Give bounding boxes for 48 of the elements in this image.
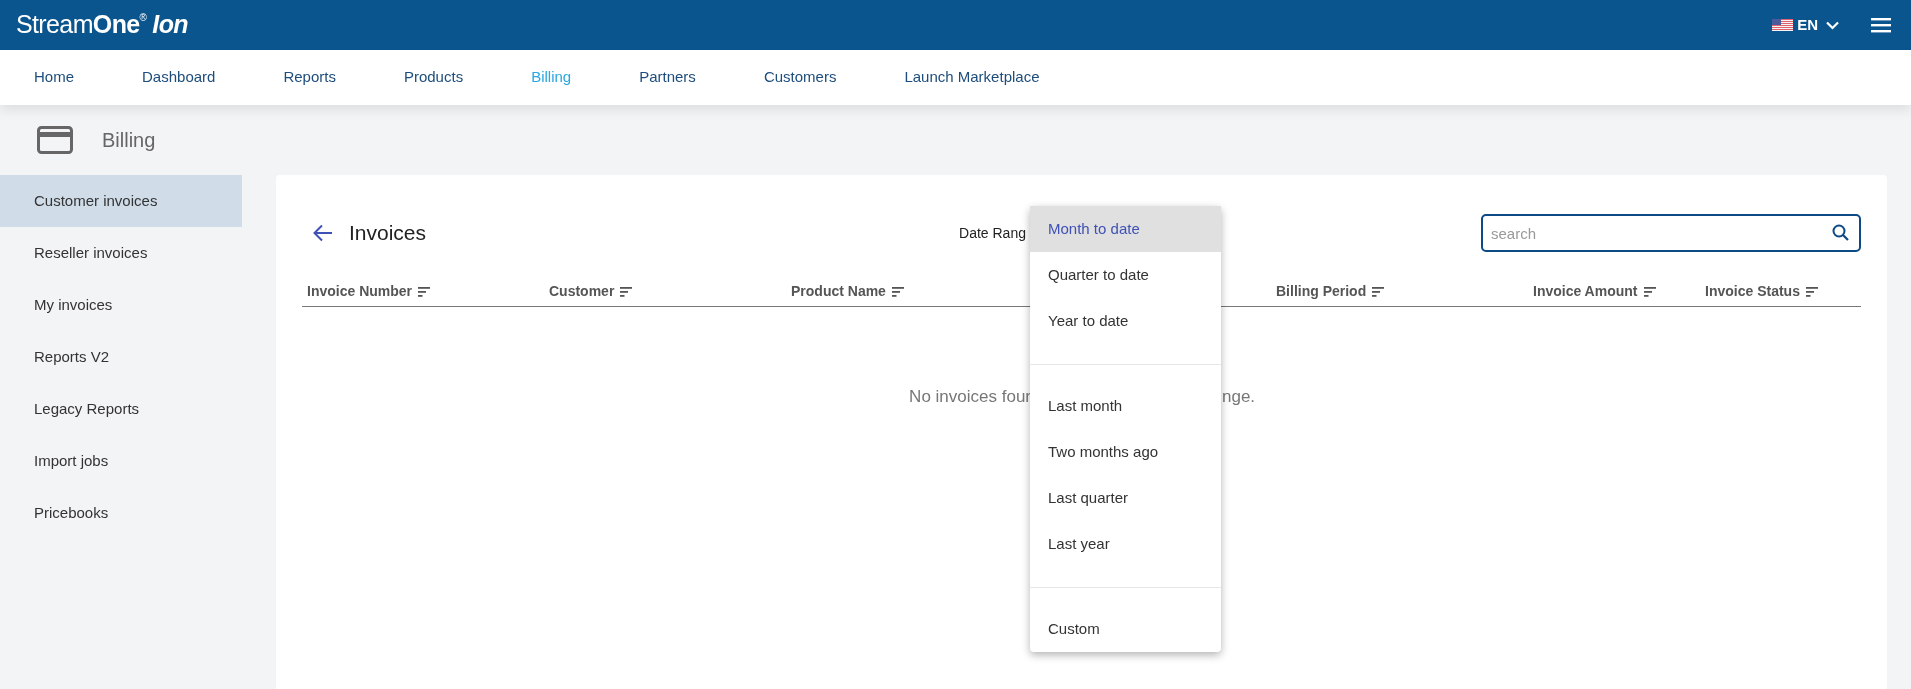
chevron-down-icon bbox=[1826, 20, 1839, 30]
menu-option[interactable]: Month to date bbox=[1030, 206, 1221, 252]
sort-icon[interactable] bbox=[891, 286, 904, 297]
nav-link[interactable]: Home bbox=[0, 66, 108, 89]
column-header[interactable]: Billing Period bbox=[1276, 281, 1367, 302]
column-header[interactable]: Invoice Amount bbox=[1533, 281, 1638, 302]
sidebar-item[interactable]: Pricebooks bbox=[0, 487, 242, 539]
nav-link[interactable]: Dashboard bbox=[108, 66, 250, 89]
flag-icon bbox=[1772, 19, 1794, 31]
sort-icon[interactable] bbox=[620, 286, 633, 297]
card-title: Invoices bbox=[349, 220, 427, 247]
column-header[interactable]: Product Name bbox=[791, 281, 886, 302]
credit-card-icon bbox=[37, 126, 73, 154]
menu-option[interactable]: Custom bbox=[1030, 606, 1221, 652]
menu-option[interactable]: Two months ago bbox=[1030, 429, 1221, 475]
nav-link[interactable]: Products bbox=[369, 66, 498, 89]
back-arrow-icon[interactable] bbox=[313, 224, 333, 242]
date-range-label: Date Rang bbox=[959, 223, 1026, 243]
page-title: Billing bbox=[102, 128, 156, 153]
menu-icon[interactable] bbox=[1871, 17, 1891, 33]
menu-option[interactable]: Last quarter bbox=[1030, 475, 1221, 521]
sidebar-item[interactable]: My invoices bbox=[0, 279, 242, 331]
column-header[interactable]: Customer bbox=[549, 281, 615, 302]
nav-link[interactable]: Partners bbox=[605, 66, 730, 89]
sidebar-item[interactable]: Reports V2 bbox=[0, 331, 242, 383]
sidebar-item[interactable]: Customer invoices bbox=[0, 175, 242, 227]
column-header[interactable]: Invoice Number bbox=[307, 281, 413, 302]
sidebar-item[interactable]: Legacy Reports bbox=[0, 383, 242, 435]
menu-option[interactable]: Last year bbox=[1030, 521, 1221, 567]
menu-option[interactable]: Quarter to date bbox=[1030, 252, 1221, 298]
menu-option[interactable]: Year to date bbox=[1030, 298, 1221, 344]
language-selector[interactable]: EN bbox=[1772, 13, 1839, 37]
nav-link[interactable]: Reports bbox=[249, 66, 370, 89]
nav-link[interactable]: Customers bbox=[729, 66, 871, 89]
sort-icon[interactable] bbox=[1643, 286, 1656, 297]
sort-icon[interactable] bbox=[418, 286, 431, 297]
sidebar-item[interactable]: Reseller invoices bbox=[0, 227, 242, 279]
sort-icon[interactable] bbox=[1805, 286, 1818, 297]
logo[interactable]: StreamOne® Ion bbox=[16, 6, 188, 44]
sidebar-item[interactable]: Import jobs bbox=[0, 435, 242, 487]
empty-message-start: No invoices four bbox=[909, 387, 1031, 406]
empty-message-end: nge. bbox=[1222, 386, 1256, 408]
search-field[interactable]: search bbox=[1481, 214, 1861, 252]
search-icon[interactable] bbox=[1832, 224, 1849, 241]
sort-icon[interactable] bbox=[1372, 286, 1385, 297]
nav-link[interactable]: Launch Marketplace bbox=[870, 66, 1074, 89]
column-header[interactable]: Invoice Status bbox=[1705, 281, 1800, 302]
menu-option[interactable]: Last month bbox=[1030, 383, 1221, 429]
